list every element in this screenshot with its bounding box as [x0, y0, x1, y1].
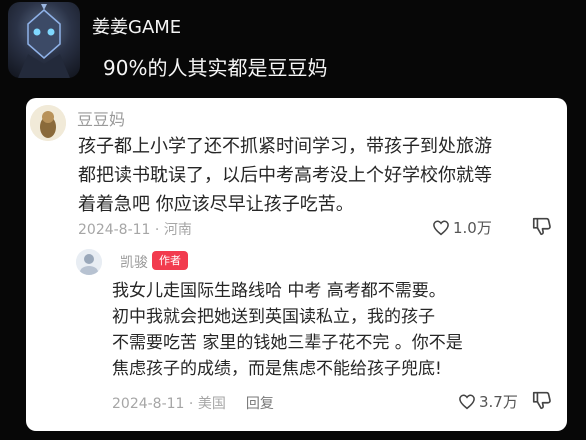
heart-outline-icon — [433, 219, 449, 235]
author-badge: 作者 — [152, 251, 188, 270]
reply-text-line: 我女儿走国际生路线哈 中考 高考都不需要。 — [112, 281, 446, 301]
comment-like-button[interactable]: 1.0万 — [432, 217, 492, 238]
heart-outline-icon — [459, 393, 475, 409]
reply-date: 2024-8-11 — [112, 396, 185, 412]
comment-text: 孩子都上小学了还不抓紧时间学习，带孩子到处旅游 都把读书耽误了，以后中考高考没上… — [78, 132, 558, 219]
reply-like-count: 3.7万 — [479, 393, 518, 411]
reply-like-button[interactable]: 3.7万 — [458, 391, 518, 412]
comment-location: 河南 — [163, 222, 192, 238]
comment-meta: 2024-8-11 · 河南 — [78, 219, 192, 239]
reply-meta: 2024-8-11 · 美国 回复 — [112, 393, 274, 413]
cartoon-avatar-icon — [30, 105, 66, 141]
reply-author-name[interactable]: 凯骏 — [120, 252, 148, 272]
post-author-avatar[interactable] — [8, 2, 80, 78]
comment-date: 2024-8-11 — [78, 222, 151, 238]
reply-date-location: 2024-8-11 · 美国 — [112, 393, 226, 413]
reply-button[interactable]: 回复 — [246, 393, 274, 413]
robot-warrior-icon — [18, 4, 70, 78]
reply-dislike-button[interactable] — [531, 389, 553, 411]
comment-text-line: 着着急吧 你应该尽早让孩子吃苦。 — [78, 194, 354, 215]
comment-text-line: 都把读书耽误了，以后中考高考没上个好学校你就等 — [78, 165, 492, 186]
reply-text-line: 不需要吃苦 家里的钱她三辈子花不完 。你不是 — [112, 333, 463, 353]
thumbs-down-icon — [532, 217, 551, 236]
reply-location: 美国 — [197, 396, 226, 412]
meta-separator: · — [188, 396, 194, 412]
reply-text-line: 初中我就会把她送到英国读私立，我的孩子 — [112, 307, 435, 327]
post-text: 90%的人其实都是豆豆妈 — [103, 56, 328, 80]
comment-like-count: 1.0万 — [453, 219, 492, 237]
comment-text-line: 孩子都上小学了还不抓紧时间学习，带孩子到处旅游 — [78, 136, 492, 157]
comment-card: 豆豆妈 孩子都上小学了还不抓紧时间学习，带孩子到处旅游 都把读书耽误了，以后中考… — [26, 98, 567, 431]
comment-author-avatar[interactable] — [30, 105, 66, 141]
comment-author-name[interactable]: 豆豆妈 — [77, 106, 125, 130]
reply-text-line: 焦虑孩子的成绩，而是焦虑不能给孩子兜底! — [112, 359, 442, 379]
reply-author-avatar[interactable] — [76, 249, 102, 275]
comment-dislike-button[interactable] — [531, 215, 553, 237]
thumbs-down-icon — [532, 391, 551, 410]
meta-separator: · — [154, 222, 160, 238]
reply-text: 我女儿走国际生路线哈 中考 高考都不需要。 初中我就会把她送到英国读私立，我的孩… — [112, 278, 552, 382]
post-author-name[interactable]: 姜姜GAME — [92, 13, 181, 39]
user-avatar-icon — [76, 249, 102, 275]
